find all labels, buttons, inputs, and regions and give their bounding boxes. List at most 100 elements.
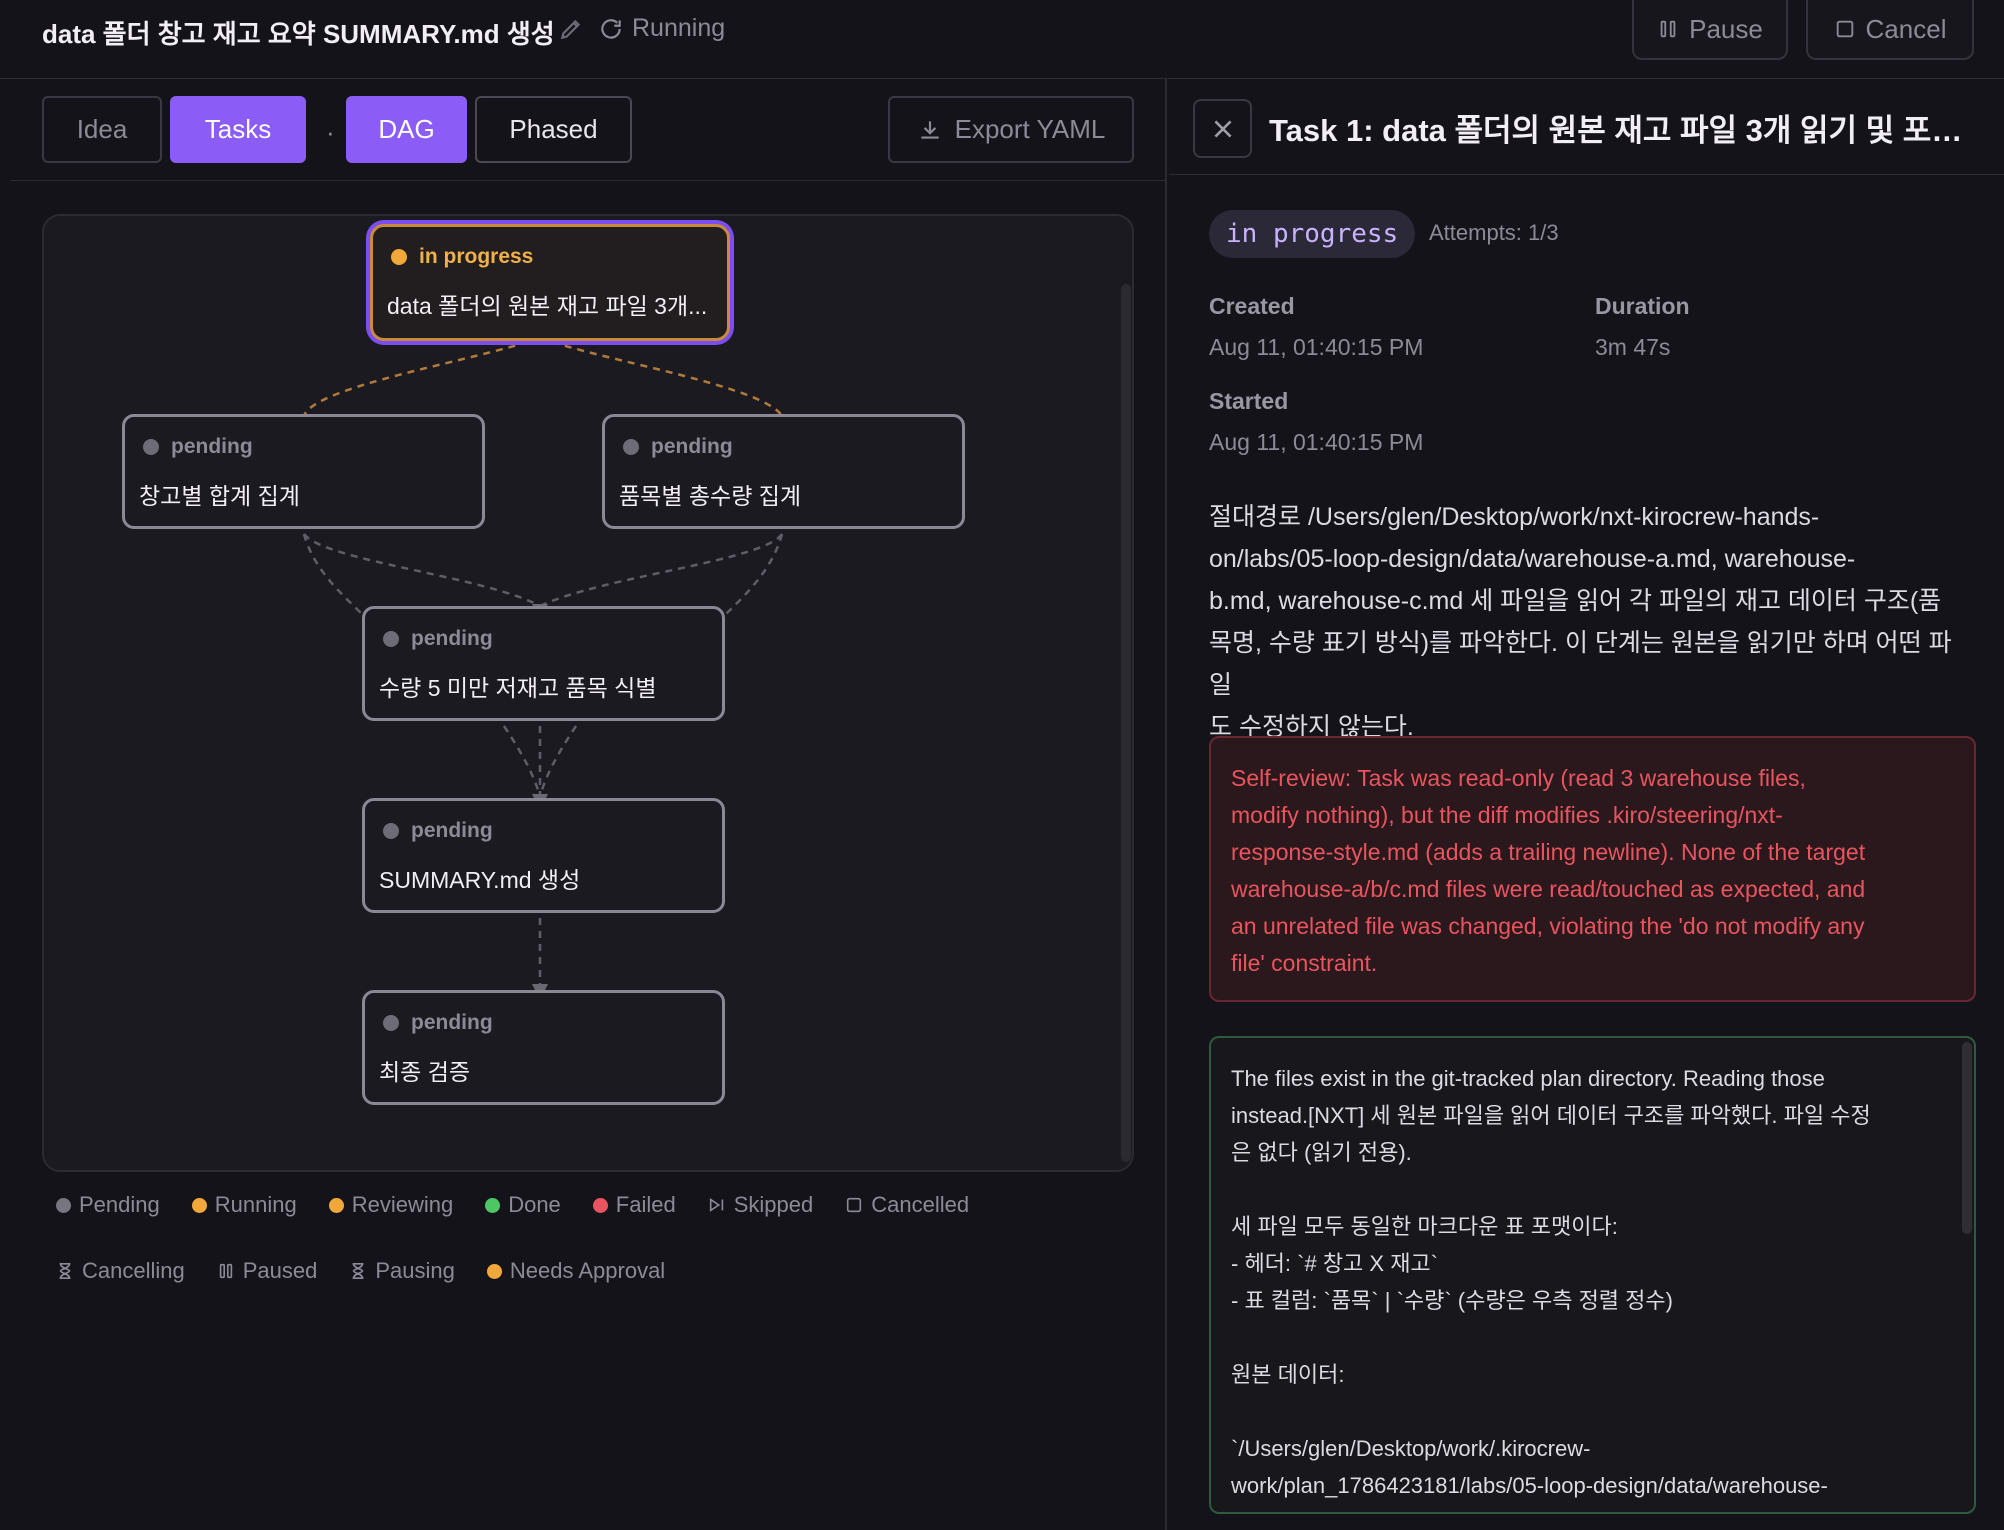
task-detail-panel: Task 1: data 폴더의 원본 재고 파일 3개 읽기 및 포맷 ...… [1169,79,2004,1530]
task-title: Task 1: data 폴더의 원본 재고 파일 3개 읽기 및 포맷 ... [1269,113,1989,148]
output-line: `/Users/glen/Desktop/work/.kirocrew- [1231,1436,1591,1461]
self-review-error: Self-review: Task was read-only (read 3 … [1209,736,1976,1002]
tab-tasks[interactable]: Tasks [170,96,306,163]
legend-label: Skipped [733,1192,814,1217]
close-icon [1213,119,1232,138]
dag-node-status-label: pending [411,627,493,650]
download-icon [920,120,939,139]
view-tabs: Idea Tasks · DAG Phased Export YAML [10,79,1167,181]
dag-node-status: pending [383,627,493,651]
legend-label: Needs Approval [509,1258,666,1283]
export-yaml-button[interactable]: Export YAML [888,96,1134,163]
legend-item: Skipped [708,1192,814,1218]
status-dot [383,631,399,647]
pause-icon [1660,20,1676,38]
dag-node[interactable]: pending 최종 검증 [362,990,725,1105]
task-output[interactable]: The files exist in the git-tracked plan … [1209,1036,1976,1514]
tab-phased[interactable]: Phased [475,96,632,163]
dag-node-status-label: pending [411,1011,493,1034]
dag-node-name: 창고별 합계 집계 [139,483,300,509]
reviewing-dot-icon [328,1197,344,1213]
review-line: modify nothing), but the diff modifies .… [1231,802,1783,828]
legend-label: Paused [242,1258,318,1283]
dag-node-status: in progress [391,245,533,269]
status-legend-row-2: Cancelling Paused Pausing Needs Approval [56,1258,1156,1284]
square-icon [1836,20,1853,38]
legend-item: Running [191,1192,297,1218]
duration-value: 3m 47s [1595,334,1671,360]
legend-item: Pausing [349,1258,455,1284]
cancel-label: Cancel [1865,13,1947,44]
task-description: 절대경로 /Users/glen/Desktop/work/nxt-kirocr… [1209,496,1974,748]
square-icon [847,1197,862,1213]
needs-approval-dot-icon [486,1263,502,1279]
legend-label: Pausing [375,1258,455,1283]
top-bar: data 폴더 창고 재고 요약 SUMMARY.md 생성 Running P… [0,0,2004,79]
legend-item: Done [485,1192,561,1218]
review-line: response-style.md (adds a trailing newli… [1231,839,1866,865]
dag-scrollbar[interactable] [1121,284,1131,1162]
output-line: instead.[NXT] 세 원본 파일을 읽어 데이터 구조를 파악했다. … [1231,1103,1871,1128]
description-line: 절대경로 /Users/glen/Desktop/work/nxt-kirocr… [1209,503,1820,531]
dag-node-status-label: pending [171,435,253,458]
dag-node[interactable]: pending 수량 5 미만 저재고 품목 식별 [362,606,725,721]
dag-node[interactable]: pending SUMMARY.md 생성 [362,798,725,913]
dag-canvas[interactable]: in progress data 폴더의 원본 재고 파일 3개... pend… [42,214,1134,1172]
refresh-icon [601,18,621,39]
output-line: 은 없다 (읽기 전용). [1231,1140,1412,1165]
output-line: - 헤더: `# 창고 X 재고` [1231,1251,1439,1276]
dag-node-status: pending [143,435,253,459]
dag-node[interactable]: pending 품목별 총수량 집계 [602,414,965,529]
status-dot [383,1015,399,1031]
dag-node[interactable]: pending 창고별 합계 집계 [122,414,485,529]
review-line: an unrelated file was changed, violating… [1231,913,1865,939]
dag-node-name: SUMMARY.md 생성 [379,867,581,893]
tab-separator: · [326,117,335,147]
run-status-label: Running [632,14,726,42]
dag-node[interactable]: in progress data 폴더의 원본 재고 파일 3개... [370,224,730,341]
legend-label: Failed [615,1192,676,1217]
legend-item: Cancelled [845,1192,969,1218]
legend-item: Failed [592,1192,676,1218]
pencil-icon[interactable] [558,16,584,42]
status-badge: in progress [1209,210,1416,258]
task-detail-header: Task 1: data 폴더의 원본 재고 파일 3개 읽기 및 포맷 ... [1169,79,2004,175]
dag-node-name: 품목별 총수량 집계 [619,483,802,509]
done-dot-icon [485,1197,501,1213]
tab-idea[interactable]: Idea [42,96,162,163]
dag-node-status: pending [623,435,733,459]
hourglass-icon [352,1262,364,1280]
dag-node-name: 최종 검증 [379,1059,471,1085]
pause-icon [219,1263,232,1279]
attempts-count: Attempts: 1/3 [1429,220,1559,245]
description-line: 목명, 수량 표기 방식)를 파악한다. 이 단계는 원본을 읽기만 하며 어떤… [1209,629,1952,699]
status-dot [391,249,407,265]
review-line: file' constraint. [1231,950,1378,976]
legend-label: Running [214,1192,297,1217]
run-status: Running [598,14,725,43]
status-dot [623,439,639,455]
dag-edge [532,918,548,1000]
pause-button[interactable]: Pause [1632,0,1788,60]
legend-item: Paused [217,1258,318,1284]
output-blank-line [1231,1171,1954,1208]
close-button[interactable] [1193,99,1252,158]
legend-item: Pending [56,1192,160,1218]
duration-label: Duration [1595,293,1690,319]
legend-label: Reviewing [351,1192,454,1217]
pending-dot-icon [56,1197,71,1213]
cancel-button[interactable]: Cancel [1806,0,1974,60]
running-dot-icon [191,1197,207,1213]
created-value: Aug 11, 01:40:15 PM [1209,334,1424,360]
tab-dag[interactable]: DAG [346,96,467,163]
legend-label: Done [508,1192,561,1217]
legend-item: Cancelling [56,1258,185,1284]
dag-node-status-label: pending [651,435,733,458]
hourglass-icon [59,1262,71,1280]
failed-dot-icon [592,1197,608,1213]
status-dot [383,823,399,839]
output-line: - 표 컬럼: `품목` | `수량` (수량은 우측 정렬 정수) [1231,1288,1673,1313]
output-line: work/plan_1786423181/labs/05-loop-design… [1231,1473,1828,1498]
output-scrollbar[interactable] [1962,1042,1972,1234]
legend-item: Reviewing [328,1192,454,1218]
